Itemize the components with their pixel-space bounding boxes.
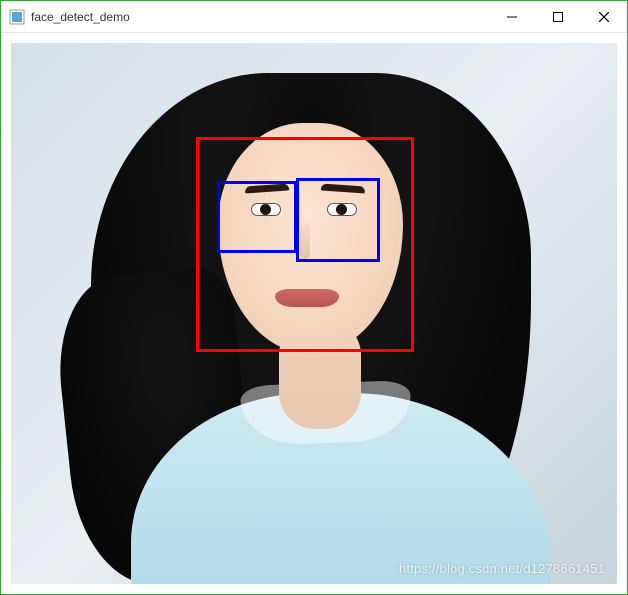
watermark-text: https://blog.csdn.net/d1278661451 — [399, 561, 605, 576]
eye-detection-box-left — [217, 181, 297, 253]
app-window: face_detect_demo — [0, 0, 628, 595]
minimize-icon — [507, 12, 517, 22]
app-icon — [9, 9, 25, 25]
close-icon — [599, 12, 609, 22]
content-area: https://blog.csdn.net/d1278661451 — [1, 33, 627, 594]
window-controls — [489, 1, 627, 32]
maximize-icon — [553, 12, 563, 22]
maximize-button[interactable] — [535, 1, 581, 32]
titlebar[interactable]: face_detect_demo — [1, 1, 627, 33]
eye-detection-box-right — [296, 178, 380, 262]
close-button[interactable] — [581, 1, 627, 32]
window-title: face_detect_demo — [31, 10, 489, 24]
minimize-button[interactable] — [489, 1, 535, 32]
image-canvas: https://blog.csdn.net/d1278661451 — [11, 43, 617, 584]
